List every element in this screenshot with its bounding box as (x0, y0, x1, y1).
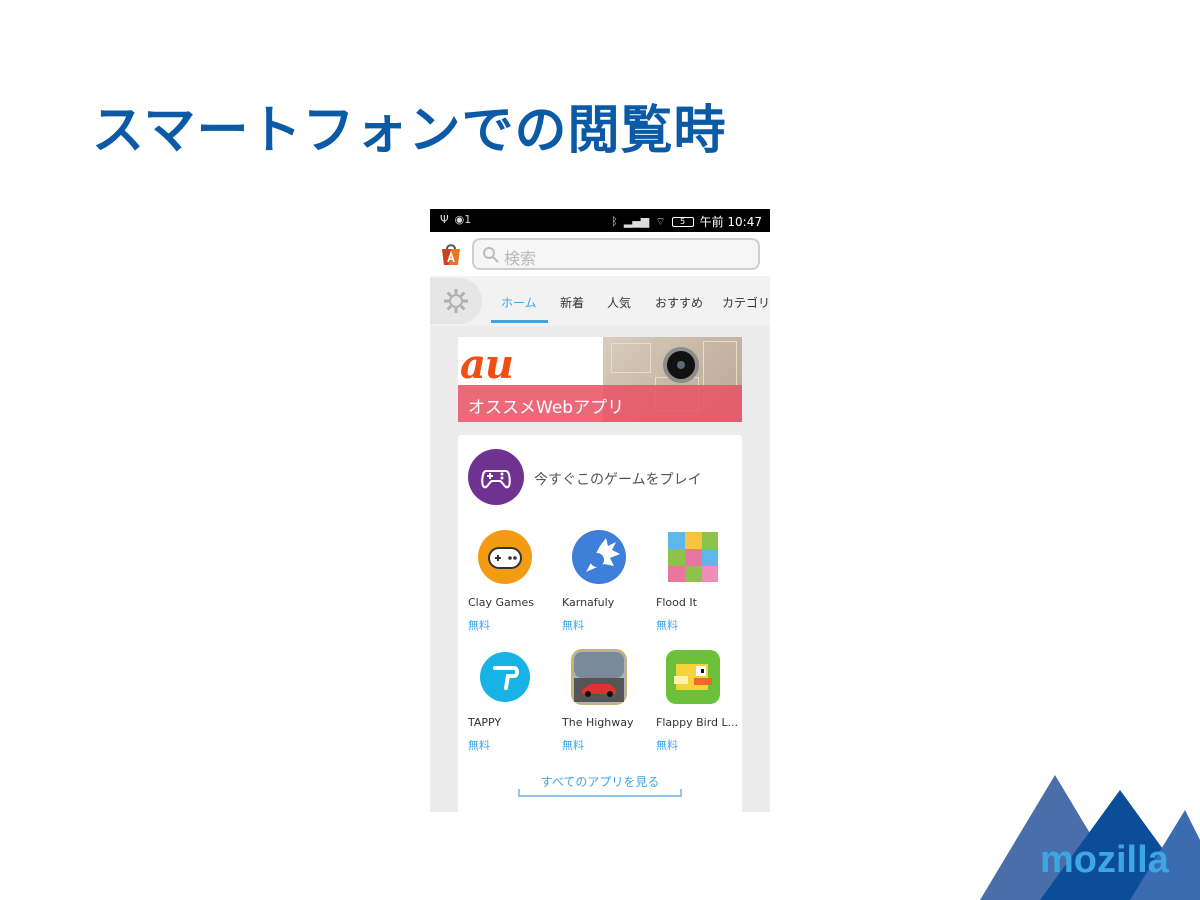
see-all-button[interactable]: すべてのアプリを見る (518, 769, 682, 797)
search-placeholder: 検索 (504, 249, 537, 268)
banner-caption: オススメWebアプリ (458, 385, 742, 422)
app-name: Flappy Bird L... (656, 716, 739, 729)
app-item-the-highway[interactable]: The Highway 無料 (562, 648, 642, 758)
wifi-icon: ⌔ (655, 214, 666, 228)
search-icon (483, 247, 499, 263)
mozilla-logo: mozilla (980, 775, 1200, 900)
active-tab-indicator (491, 320, 548, 323)
app-price: 無料 (468, 739, 490, 752)
search-bar-row: 検索 (430, 232, 770, 276)
flappy-bird-icon (666, 650, 720, 704)
camera-lens (663, 347, 699, 383)
gamepad-icon (481, 470, 511, 489)
app-item-clay-games[interactable]: Clay Games 無料 (468, 528, 548, 638)
app-price: 無料 (656, 619, 678, 632)
tab-home[interactable]: ホーム (501, 294, 537, 311)
au-logo: au (460, 341, 514, 388)
flood-it-icon (668, 532, 718, 582)
app-item-flood-it[interactable]: Flood It 無料 (656, 528, 736, 638)
phone-screenshot: Ψ ◉1 ᛒ ▂▄▆ ⌔ 5 午前 10:47 検索 ホーム 新着 人気 おすす… (430, 209, 770, 812)
app-item-tappy[interactable]: TAPPY 無料 (468, 648, 548, 758)
app-price: 無料 (656, 739, 678, 752)
app-price: 無料 (562, 619, 584, 632)
app-name: Karnafuly (562, 596, 615, 609)
highway-icon (571, 649, 627, 705)
app-item-karnafuly[interactable]: Karnafuly 無料 (562, 528, 642, 638)
tab-categories[interactable]: カテゴリ (722, 294, 770, 311)
tab-new[interactable]: 新着 (560, 294, 584, 311)
tab-bar: ホーム 新着 人気 おすすめ カテゴリ (430, 276, 770, 326)
app-name: Clay Games (468, 596, 534, 609)
search-input[interactable]: 検索 (472, 238, 760, 270)
app-item-flappy-bird[interactable]: Flappy Bird L... 無料 (656, 648, 739, 758)
bluetooth-icon: ᛒ (611, 215, 618, 228)
slide-title: スマートフォンでの閲覧時 (92, 101, 727, 161)
usb-icon: Ψ (440, 213, 449, 226)
app-price: 無料 (468, 619, 490, 632)
notification-icon: ◉1 (454, 213, 472, 226)
games-section-card: 今すぐこのゲームをプレイ Clay Games 無料 Karnafuly 無料 (458, 435, 742, 812)
marketplace-logo-icon[interactable] (439, 242, 463, 266)
banner-text: オススメWebアプリ (468, 398, 625, 418)
app-name: TAPPY (468, 716, 502, 729)
app-price: 無料 (562, 739, 584, 752)
featured-banner[interactable]: au オススメWebアプリ (458, 337, 742, 422)
gear-icon (444, 289, 468, 313)
see-all-label: すべてのアプリを見る (540, 775, 660, 789)
karnafuly-icon (572, 530, 626, 584)
battery-icon: 5 (671, 216, 694, 227)
settings-button[interactable] (430, 278, 482, 324)
tab-recommended[interactable]: おすすめ (655, 294, 703, 311)
section-title: 今すぐこのゲームをプレイ (534, 472, 702, 488)
signal-icon: ▂▄▆ (623, 215, 650, 228)
app-name: The Highway (562, 716, 634, 729)
clay-games-icon (478, 530, 532, 584)
section-icon (468, 449, 524, 505)
app-name: Flood It (656, 596, 697, 609)
status-bar: Ψ ◉1 ᛒ ▂▄▆ ⌔ 5 午前 10:47 (430, 209, 770, 232)
tappy-icon (480, 652, 530, 702)
tab-popular[interactable]: 人気 (607, 294, 631, 311)
mozilla-wordmark: mozilla (1040, 839, 1170, 881)
status-time: 午前 10:47 (699, 215, 762, 229)
